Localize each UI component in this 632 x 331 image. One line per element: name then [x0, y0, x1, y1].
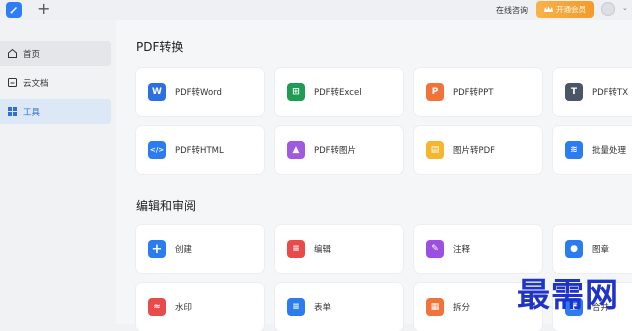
tool-card-image-to-pdf[interactable]: ▤ 图片转PDF [414, 126, 542, 174]
tool-card-label: 编辑 [314, 245, 332, 255]
tool-card-label: PDF转图片 [314, 146, 357, 156]
section-title-pdf-convert: PDF转换 [136, 40, 184, 54]
excel-icon: ⊞ [287, 83, 305, 101]
split-icon: ▦ [426, 298, 444, 316]
tool-card-label: 批量处理 [592, 146, 627, 156]
chevron-down-icon[interactable]: ⌄ [622, 4, 628, 12]
sidebar-item-label: 工具 [23, 107, 41, 118]
tool-card-label: 注释 [453, 245, 471, 255]
sidebar: 首页 云文档 工具 [0, 20, 116, 324]
stamp-icon: ● [565, 240, 583, 258]
tools-grid-icon [8, 107, 17, 116]
section-title-edit-review: 编辑和审阅 [136, 199, 197, 213]
sidebar-item-label: 云文档 [23, 78, 49, 89]
crown-icon [544, 6, 553, 12]
html-icon: </> [148, 141, 166, 159]
tool-card-pdf-to-txt[interactable]: T PDF转TX [553, 68, 632, 116]
tool-card-label: PDF转PPT [453, 88, 494, 98]
tool-card-pdf-to-word[interactable]: W PDF转Word [136, 68, 264, 116]
tool-card-annotate[interactable]: ✎ 注释 [414, 225, 542, 273]
sidebar-item-home[interactable]: 首页 [0, 41, 111, 66]
image-to-pdf-icon: ▤ [426, 141, 444, 159]
create-icon: + [148, 240, 166, 258]
tool-card-edit[interactable]: ≡ 编辑 [275, 225, 403, 273]
tool-card-pdf-to-ppt[interactable]: P PDF转PPT [414, 68, 542, 116]
txt-icon: T [565, 83, 583, 101]
tool-card-stamp[interactable]: ● 图章 [553, 225, 632, 273]
tool-card-label: PDF转HTML [175, 146, 224, 156]
batch-icon: ≋ [565, 141, 583, 159]
tool-card-label: 表单 [314, 303, 332, 313]
form-icon: ≡ [287, 298, 305, 316]
online-consult-link[interactable]: 在线咨询 [496, 5, 528, 16]
word-icon: W [148, 83, 166, 101]
image-icon: ▲ [287, 141, 305, 159]
cloud-doc-icon [8, 78, 17, 87]
sidebar-item-cloud-docs[interactable]: 云文档 [0, 70, 111, 95]
annotate-icon: ✎ [426, 240, 444, 258]
site-watermark: 最需网 [517, 275, 619, 314]
vip-label: 开通会员 [556, 5, 586, 14]
edit-icon: ≡ [287, 240, 305, 258]
app-logo-icon[interactable] [6, 2, 22, 18]
tool-card-label: 图章 [592, 245, 610, 255]
vip-button[interactable]: 开通会员 [536, 1, 594, 18]
tool-card-label: PDF转Word [175, 88, 222, 98]
tool-card-pdf-to-image[interactable]: ▲ PDF转图片 [275, 126, 403, 174]
tool-card-label: PDF转Excel [314, 88, 362, 98]
tool-card-label: 水印 [175, 303, 193, 313]
watermark-icon: ≈ [148, 298, 166, 316]
tool-card-label: 创建 [175, 245, 193, 255]
title-bar: + 在线咨询 开通会员 ⌄ [0, 0, 632, 20]
home-icon [8, 48, 17, 58]
tool-card-batch[interactable]: ≋ 批量处理 [553, 126, 632, 174]
new-tab-button[interactable]: + [37, 0, 50, 19]
tool-card-pdf-to-excel[interactable]: ⊞ PDF转Excel [275, 68, 403, 116]
tool-card-label: 图片转PDF [453, 146, 496, 156]
ppt-icon: P [426, 83, 444, 101]
tool-card-create[interactable]: + 创建 [136, 225, 264, 273]
user-avatar-icon[interactable] [601, 2, 615, 16]
sidebar-item-label: 首页 [23, 49, 41, 60]
tool-card-pdf-to-html[interactable]: </> PDF转HTML [136, 126, 264, 174]
tool-card-label: 拆分 [453, 303, 471, 313]
sidebar-item-tools[interactable]: 工具 [0, 99, 111, 124]
tool-card-label: PDF转TX [592, 88, 629, 98]
